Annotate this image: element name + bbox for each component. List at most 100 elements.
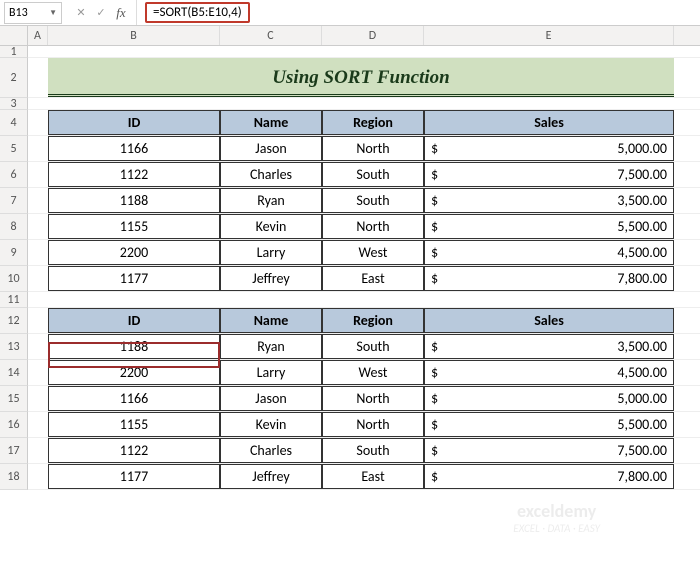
- row-header-18[interactable]: 18: [0, 464, 28, 490]
- cell-sales[interactable]: $5,000.00: [424, 386, 674, 411]
- cell-sales[interactable]: $5,500.00: [424, 412, 674, 437]
- cell-name[interactable]: Jason: [220, 136, 322, 161]
- cell-id[interactable]: 1122: [48, 162, 220, 187]
- cell-name[interactable]: Kevin: [220, 412, 322, 437]
- cell-region[interactable]: North: [322, 386, 424, 411]
- row-header-15[interactable]: 15: [0, 386, 28, 412]
- cell-id[interactable]: 2200: [48, 360, 220, 385]
- cell-sales[interactable]: $4,500.00: [424, 240, 674, 265]
- cell[interactable]: [28, 464, 48, 489]
- chevron-down-icon[interactable]: ▼: [49, 8, 57, 18]
- cell-id[interactable]: 1155: [48, 412, 220, 437]
- cell-name[interactable]: Jason: [220, 386, 322, 411]
- cell-name[interactable]: Ryan: [220, 334, 322, 359]
- row-header-13[interactable]: 13: [0, 334, 28, 360]
- cell[interactable]: [28, 438, 48, 463]
- cell[interactable]: [28, 110, 48, 135]
- cell[interactable]: [28, 214, 48, 239]
- cell-name[interactable]: Ryan: [220, 188, 322, 213]
- header-sales[interactable]: Sales: [424, 308, 674, 333]
- cell-region[interactable]: West: [322, 360, 424, 385]
- row-header-7[interactable]: 7: [0, 188, 28, 214]
- cell-sales[interactable]: $7,800.00: [424, 266, 674, 291]
- cell-id[interactable]: 1155: [48, 214, 220, 239]
- enter-icon[interactable]: ✓: [92, 4, 110, 22]
- col-header-E[interactable]: E: [424, 26, 674, 45]
- cell[interactable]: [28, 412, 48, 437]
- cell-name[interactable]: Jeffrey: [220, 266, 322, 291]
- row-header-5[interactable]: 5: [0, 136, 28, 162]
- cell-sales[interactable]: $3,500.00: [424, 334, 674, 359]
- cell-sales[interactable]: $7,800.00: [424, 464, 674, 489]
- cell-id[interactable]: 1166: [48, 136, 220, 161]
- row-header-17[interactable]: 17: [0, 438, 28, 464]
- cells-area[interactable]: Using SORT Function ID Name Region Sales…: [28, 46, 700, 490]
- row-header-8[interactable]: 8: [0, 214, 28, 240]
- cell-sales[interactable]: $4,500.00: [424, 360, 674, 385]
- select-all-corner[interactable]: [0, 26, 28, 45]
- cell-region[interactable]: South: [322, 438, 424, 463]
- cell-id[interactable]: 2200: [48, 240, 220, 265]
- fx-icon[interactable]: fx: [112, 4, 130, 22]
- cell[interactable]: [28, 334, 48, 359]
- col-header-C[interactable]: C: [220, 26, 322, 45]
- cell-region[interactable]: East: [322, 464, 424, 489]
- header-name[interactable]: Name: [220, 110, 322, 135]
- cell-sales[interactable]: $5,500.00: [424, 214, 674, 239]
- header-id[interactable]: ID: [48, 308, 220, 333]
- cell[interactable]: [28, 58, 48, 97]
- cell-id[interactable]: 1177: [48, 464, 220, 489]
- cell-region[interactable]: South: [322, 188, 424, 213]
- cell[interactable]: [28, 266, 48, 291]
- cell[interactable]: [28, 46, 48, 57]
- cell[interactable]: [28, 386, 48, 411]
- cell[interactable]: [28, 136, 48, 161]
- cell-region[interactable]: North: [322, 136, 424, 161]
- cell-region[interactable]: West: [322, 240, 424, 265]
- cell[interactable]: [28, 308, 48, 333]
- name-box[interactable]: B13 ▼: [4, 2, 62, 24]
- cell-sales[interactable]: $3,500.00: [424, 188, 674, 213]
- row-header-16[interactable]: 16: [0, 412, 28, 438]
- row-header-9[interactable]: 9: [0, 240, 28, 266]
- cell-id[interactable]: 1166: [48, 386, 220, 411]
- row-header-11[interactable]: 11: [0, 292, 28, 308]
- cell-region[interactable]: South: [322, 334, 424, 359]
- cell-sales[interactable]: $7,500.00: [424, 162, 674, 187]
- cell-name[interactable]: Charles: [220, 438, 322, 463]
- cell[interactable]: [28, 98, 48, 109]
- header-id[interactable]: ID: [48, 110, 220, 135]
- row-header-14[interactable]: 14: [0, 360, 28, 386]
- cancel-icon[interactable]: ✕: [72, 4, 90, 22]
- row-header-10[interactable]: 10: [0, 266, 28, 292]
- cell-region[interactable]: North: [322, 214, 424, 239]
- cell-name[interactable]: Larry: [220, 360, 322, 385]
- row-header-2[interactable]: 2: [0, 58, 28, 98]
- row-header-6[interactable]: 6: [0, 162, 28, 188]
- cell-name[interactable]: Larry: [220, 240, 322, 265]
- cell[interactable]: [28, 240, 48, 265]
- header-name[interactable]: Name: [220, 308, 322, 333]
- cell-region[interactable]: East: [322, 266, 424, 291]
- cell-name[interactable]: Jeffrey: [220, 464, 322, 489]
- cell-id[interactable]: 1188: [48, 334, 220, 359]
- cell-id[interactable]: 1188: [48, 188, 220, 213]
- row-header-4[interactable]: 4: [0, 110, 28, 136]
- col-header-A[interactable]: A: [28, 26, 48, 45]
- row-header-3[interactable]: 3: [0, 98, 28, 110]
- cell[interactable]: [28, 188, 48, 213]
- cell-name[interactable]: Charles: [220, 162, 322, 187]
- formula-input[interactable]: =SORT(B5:E10,4): [137, 0, 700, 25]
- col-header-D[interactable]: D: [322, 26, 424, 45]
- cell-name[interactable]: Kevin: [220, 214, 322, 239]
- cell-region[interactable]: North: [322, 412, 424, 437]
- cell-sales[interactable]: $5,000.00: [424, 136, 674, 161]
- header-region[interactable]: Region: [322, 308, 424, 333]
- cell[interactable]: [28, 292, 48, 307]
- header-region[interactable]: Region: [322, 110, 424, 135]
- cell[interactable]: [28, 162, 48, 187]
- cell-region[interactable]: South: [322, 162, 424, 187]
- cell[interactable]: [28, 360, 48, 385]
- header-sales[interactable]: Sales: [424, 110, 674, 135]
- cell-sales[interactable]: $7,500.00: [424, 438, 674, 463]
